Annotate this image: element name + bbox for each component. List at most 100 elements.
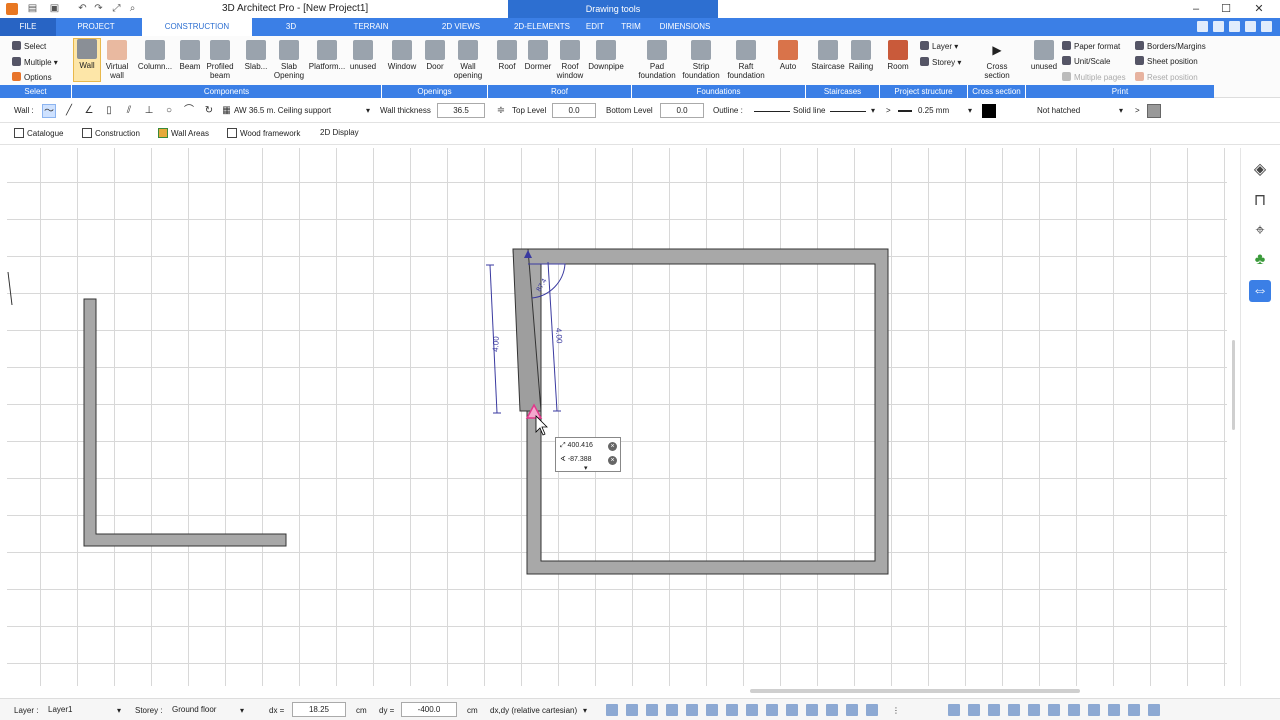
tool-icon[interactable] [1229,21,1240,32]
strip-foundation-button[interactable]: Strip foundation [678,40,724,80]
outline-color-swatch[interactable] [982,104,996,118]
roof-window-button[interactable]: Roof window [554,40,586,80]
fill-color-swatch[interactable] [1147,104,1161,118]
tool-icon[interactable] [1197,21,1208,32]
wall-areas-button[interactable]: Wall Areas [158,128,209,138]
borders-margins-button[interactable]: Borders/Margins [1135,41,1206,51]
layer-button[interactable]: Layer ▾ [920,41,958,51]
room-walls[interactable] [512,248,889,575]
snap-tool-icon[interactable] [646,704,658,716]
platform-button[interactable]: Platform... [307,40,347,71]
angle-wall-icon[interactable]: ∠ [82,104,96,118]
view-tool-icon[interactable] [988,704,1000,716]
snap-tool-icon[interactable] [606,704,618,716]
parallel-wall-icon[interactable]: ⫽ [122,104,136,118]
dy-input[interactable]: -400.0 [401,702,457,717]
snap-tool-icon[interactable] [786,704,798,716]
slab-opening-button[interactable]: Slab Opening [271,40,307,80]
open-folder-icon[interactable]: ▤ [26,2,39,15]
profiled-beam-button[interactable]: Profiled beam [204,40,236,80]
tool-icon[interactable] [1261,21,1272,32]
dormer-button[interactable]: Dormer [522,40,554,71]
view-tool-icon[interactable] [1088,704,1100,716]
text-tool-icon[interactable] [706,704,718,716]
readout-angle[interactable]: -87.388 [568,456,592,463]
top-level-input[interactable]: 0.0 [552,103,596,118]
redo-icon[interactable]: ↷ [92,2,105,15]
snap-tool-icon[interactable] [726,704,738,716]
2d-display-button[interactable]: 2D Display [320,128,359,137]
line-width-dropdown-icon[interactable]: ▾ [968,106,972,115]
view-tool-icon[interactable] [1148,704,1160,716]
floor-plan[interactable]: 4.00 4.00 87.4 [7,148,1227,686]
tool-icon[interactable] [1213,21,1224,32]
layers-icon[interactable]: ◈ [1249,159,1271,181]
coord-mode-dropdown-icon[interactable]: ▾ [583,706,587,715]
drawing-canvas[interactable]: 4.00 4.00 87.4 [7,148,1227,686]
view-tool-icon[interactable] [948,704,960,716]
horizontal-scrollbar[interactable] [750,689,1080,693]
wall-opening-button[interactable]: Wall opening [450,40,486,80]
coordinate-readout[interactable]: ⤢ 400.416 × ∢ -87.388 × ▾ [555,437,621,472]
clear-length-icon[interactable]: × [608,442,617,451]
railing-button[interactable]: Railing [846,40,876,71]
hatch-next-icon[interactable]: > [1135,106,1140,115]
beam-button[interactable]: Beam [177,40,203,71]
staircase-button[interactable]: Staircase [810,40,846,71]
auto-button[interactable]: Auto [774,40,802,71]
layer-dropdown-icon[interactable]: ▾ [117,706,121,715]
arc-wall-icon[interactable]: ⌒ [182,104,196,118]
sheet-position-button[interactable]: Sheet position [1135,56,1198,66]
maximize-button[interactable]: ☐ [1218,1,1234,17]
cross-section-button[interactable]: ▶ Cross section [980,40,1014,80]
snap-tool-icon[interactable] [766,704,778,716]
furniture-icon[interactable]: ⊓ [1249,190,1271,212]
outline-style-select[interactable]: Solid line [793,106,825,115]
undo-icon[interactable]: ↶ [76,2,89,15]
snap-tool-icon[interactable] [686,704,698,716]
tab-terrain[interactable]: TERRAIN [340,18,402,36]
save-icon[interactable]: ▣ [48,2,61,15]
view-tool-icon[interactable] [1028,704,1040,716]
reset-position-button[interactable]: Reset position [1135,72,1198,82]
slab-button[interactable]: Slab... [241,40,271,71]
circle-wall-icon[interactable]: ○ [162,104,176,118]
pad-foundation-button[interactable]: Pad foundation [636,40,678,80]
unused-component-button[interactable]: unused [348,40,378,71]
view-tool-icon[interactable] [1008,704,1020,716]
virtual-wall-button[interactable]: Virtual wall [103,40,131,80]
rectangle-wall-icon[interactable]: ▯ [102,104,116,118]
clear-angle-icon[interactable]: × [608,456,617,465]
readout-length[interactable]: 400.416 [568,442,593,449]
zoom-extents-icon[interactable]: ⤢ [110,2,123,15]
minimize-button[interactable]: – [1188,1,1204,17]
coordinate-mode-select[interactable]: dx,dy (relative cartesian) [490,706,577,715]
snap-tool-icon[interactable] [806,704,818,716]
print-unused-button[interactable]: unused [1028,40,1060,71]
storey-dropdown-icon[interactable]: ▾ [240,706,244,715]
tab-3d[interactable]: 3D [262,18,320,36]
tree-icon[interactable]: ♣ [1249,249,1271,271]
wood-framework-button[interactable]: Wood framework [227,128,300,138]
catalogue-button[interactable]: Catalogue [14,128,63,138]
view-tool-icon[interactable] [1048,704,1060,716]
snap-tool-icon[interactable] [866,704,878,716]
next-arrow-icon[interactable]: > [886,106,891,115]
tab-trim[interactable]: TRIM [616,18,646,36]
tab-file[interactable]: FILE [0,18,56,36]
unit-scale-button[interactable]: Unit/Scale [1062,56,1110,66]
window-button[interactable]: Window [385,40,419,71]
raft-foundation-button[interactable]: Raft foundation [724,40,768,80]
zoom-icon[interactable]: ⌕ [126,2,139,15]
tab-edit[interactable]: EDIT [580,18,610,36]
select-button[interactable]: Select [12,41,46,51]
tab-2d-elements[interactable]: 2D-ELEMENTS [508,18,576,36]
storey-button[interactable]: Storey ▾ [920,57,961,67]
hatch-select[interactable]: Not hatched [1037,106,1080,115]
snap-tool-icon[interactable] [826,704,838,716]
tab-project[interactable]: PROJECT [62,18,130,36]
polyline-wall-icon[interactable]: 〜 [42,104,56,118]
column-button[interactable]: Column... [137,40,173,71]
multiple-pages-button[interactable]: Multiple pages [1062,72,1126,82]
curved-wall-icon[interactable]: ↻ [202,104,216,118]
